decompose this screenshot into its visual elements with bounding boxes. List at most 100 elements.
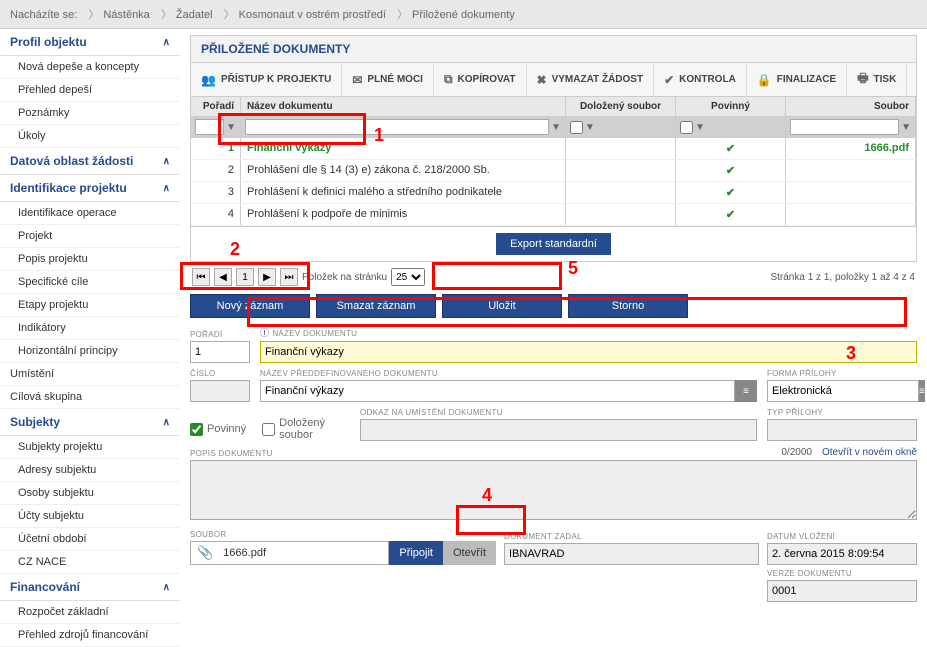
pager-prev[interactable]: ◀ [214, 268, 232, 286]
cb-povinny[interactable]: Povinný [190, 423, 246, 436]
pager-next[interactable]: ▶ [258, 268, 276, 286]
sidebar-item[interactable]: Nová depeše a koncepty [0, 56, 180, 79]
tool-finalizace[interactable]: 🔒FINALIZACE [747, 63, 847, 96]
filter-dolozeny[interactable] [570, 121, 583, 134]
list-icon: ≡ [743, 386, 749, 397]
filter-soubor[interactable] [790, 119, 899, 135]
check-icon: ✔ [726, 209, 735, 221]
label-cislo: ČÍSLO [190, 369, 250, 378]
label-soubor: SOUBOR [190, 530, 496, 539]
sidebar-item[interactable]: Identifikace operace [0, 202, 180, 225]
export-button[interactable]: Export standardní [496, 233, 611, 255]
input-odkaz[interactable] [360, 419, 757, 441]
novy-zaznam-button[interactable]: Nový záznam [190, 294, 310, 318]
ulozit-button[interactable]: Uložit [442, 294, 562, 318]
chevron-up-icon: ∧ [163, 183, 170, 194]
side-section-datova[interactable]: Datová oblast žádosti∧ [0, 148, 180, 175]
picker-button[interactable]: ≡ [735, 380, 757, 402]
tool-vymazat[interactable]: ✖VYMAZAT ŽÁDOST [527, 63, 655, 96]
funnel-icon[interactable]: ▼ [226, 122, 236, 133]
table-row[interactable]: 4 Prohlášení k podpoře de minimis ✔ [191, 204, 916, 226]
sidebar-item[interactable]: Etapy projektu [0, 294, 180, 317]
label-nazev: ⓘNÁZEV DOKUMENTU [260, 326, 917, 339]
tool-pristup[interactable]: 👥PŘÍSTUP K PROJEKTU [191, 63, 342, 96]
crumb-item[interactable]: Nástěnka [103, 9, 149, 21]
crumb-item[interactable]: Žadatel [176, 9, 213, 21]
sidebar-item[interactable]: Subjekty projektu [0, 436, 180, 459]
col-header-dolozeny[interactable]: Doložený soubor [566, 97, 676, 116]
toolbar: 👥PŘÍSTUP K PROJEKTU ✉PLNÉ MOCI ⧉KOPÍROVA… [190, 63, 917, 97]
table-row[interactable]: 2 Prohlášení dle § 14 (3) e) zákona č. 2… [191, 160, 916, 182]
sidebar-item[interactable]: Poznámky [0, 102, 180, 125]
table-row[interactable]: 3 Prohlášení k definici malého a střední… [191, 182, 916, 204]
panel-title: PŘILOŽENÉ DOKUMENTY [190, 35, 917, 63]
sidebar-item[interactable]: CZ NACE [0, 551, 180, 574]
sidebar-item[interactable]: Indikátory [0, 317, 180, 340]
input-poradi[interactable] [190, 341, 250, 363]
table-row[interactable]: 1 Finanční výkazy ✔ 1666.pdf [191, 138, 916, 160]
sidebar-item[interactable]: Adresy subjektu [0, 459, 180, 482]
copy-icon: ⧉ [444, 72, 453, 87]
funnel-icon[interactable]: ▼ [901, 122, 911, 133]
open-new-window-link[interactable]: Otevřít v novém okně [822, 447, 917, 458]
sidebar-item[interactable]: Účetní období [0, 528, 180, 551]
sidebar-item[interactable]: Projekt [0, 225, 180, 248]
sidebar-item[interactable]: Specifické cíle [0, 271, 180, 294]
crumb-item[interactable]: Kosmonaut v ostrém prostředí [239, 9, 386, 21]
pager-last[interactable]: ⏭ [280, 268, 298, 286]
tool-plnemoci[interactable]: ✉PLNÉ MOCI [342, 63, 434, 96]
required-icon: ⓘ [260, 328, 269, 338]
sidebar-item[interactable]: Přehled zdrojů financování [0, 624, 180, 647]
sidebar-item[interactable]: Umístění [0, 363, 180, 386]
check-icon: ✔ [726, 165, 735, 177]
filter-povinny[interactable] [680, 121, 693, 134]
sidebar-item[interactable]: Úkoly [0, 125, 180, 148]
sidebar-item[interactable]: Horizontální principy [0, 340, 180, 363]
tool-kopirovat[interactable]: ⧉KOPÍROVAT [434, 63, 527, 96]
tool-tisk[interactable]: 🖶TISK [847, 63, 907, 96]
envelope-icon: ✉ [352, 73, 362, 87]
picker-button[interactable]: ≡ [919, 380, 925, 402]
perpage-select[interactable]: 25 [391, 268, 425, 286]
funnel-icon[interactable]: ▼ [551, 122, 561, 133]
input-typ[interactable] [767, 419, 917, 441]
sidebar-item[interactable]: Účty subjektu [0, 505, 180, 528]
funnel-icon[interactable]: ▼ [585, 122, 595, 133]
sidebar-item[interactable]: Rozpočet základní [0, 601, 180, 624]
cb-dolozeny[interactable]: Doložený soubor [262, 417, 350, 441]
pager-page[interactable]: 1 [236, 268, 254, 286]
col-header-poradi[interactable]: Pořadí [191, 97, 241, 116]
pripojit-button[interactable]: Připojit [389, 541, 443, 565]
otevrit-button[interactable]: Otevřít [443, 541, 496, 565]
funnel-icon[interactable]: ▼ [695, 122, 705, 133]
pager: ⏮ ◀ 1 ▶ ⏭ Položek na stránku 25 Stránka … [190, 262, 917, 292]
sidebar-item[interactable]: Přehled depeší [0, 79, 180, 102]
input-nazev[interactable] [260, 341, 917, 363]
crumb-item[interactable]: Přiložené dokumenty [412, 9, 515, 21]
side-section-identifikace[interactable]: Identifikace projektu∧ [0, 175, 180, 202]
file-name: 1666.pdf [219, 547, 388, 559]
users-icon: 👥 [201, 73, 216, 87]
sidebar-item[interactable]: Popis projektu [0, 248, 180, 271]
side-section-profil[interactable]: Profil objektu∧ [0, 29, 180, 56]
sidebar-item[interactable]: Cílová skupina [0, 386, 180, 409]
col-header-povinny[interactable]: Povinný [676, 97, 786, 116]
label-popis: POPIS DOKUMENTU [190, 449, 273, 458]
side-section-subjekty[interactable]: Subjekty∧ [0, 409, 180, 436]
tool-kontrola[interactable]: ✔KONTROLA [654, 63, 747, 96]
list-icon: ≡ [919, 386, 925, 397]
pager-first[interactable]: ⏮ [192, 268, 210, 286]
smazat-zaznam-button[interactable]: Smazat záznam [316, 294, 436, 318]
col-header-soubor[interactable]: Soubor [786, 97, 916, 116]
sidebar-item[interactable]: Osoby subjektu [0, 482, 180, 505]
filter-nazev[interactable] [245, 119, 549, 135]
filter-poradi[interactable] [195, 119, 224, 135]
textarea-popis[interactable] [190, 460, 917, 520]
sidebar: Profil objektu∧ Nová depeše a koncepty P… [0, 29, 180, 647]
side-section-financovani[interactable]: Financování∧ [0, 574, 180, 601]
input-cislo[interactable] [190, 380, 250, 402]
col-header-nazev[interactable]: Název dokumentu [241, 97, 566, 116]
input-preddef[interactable] [260, 380, 735, 402]
input-forma[interactable] [767, 380, 919, 402]
storno-button[interactable]: Storno [568, 294, 688, 318]
